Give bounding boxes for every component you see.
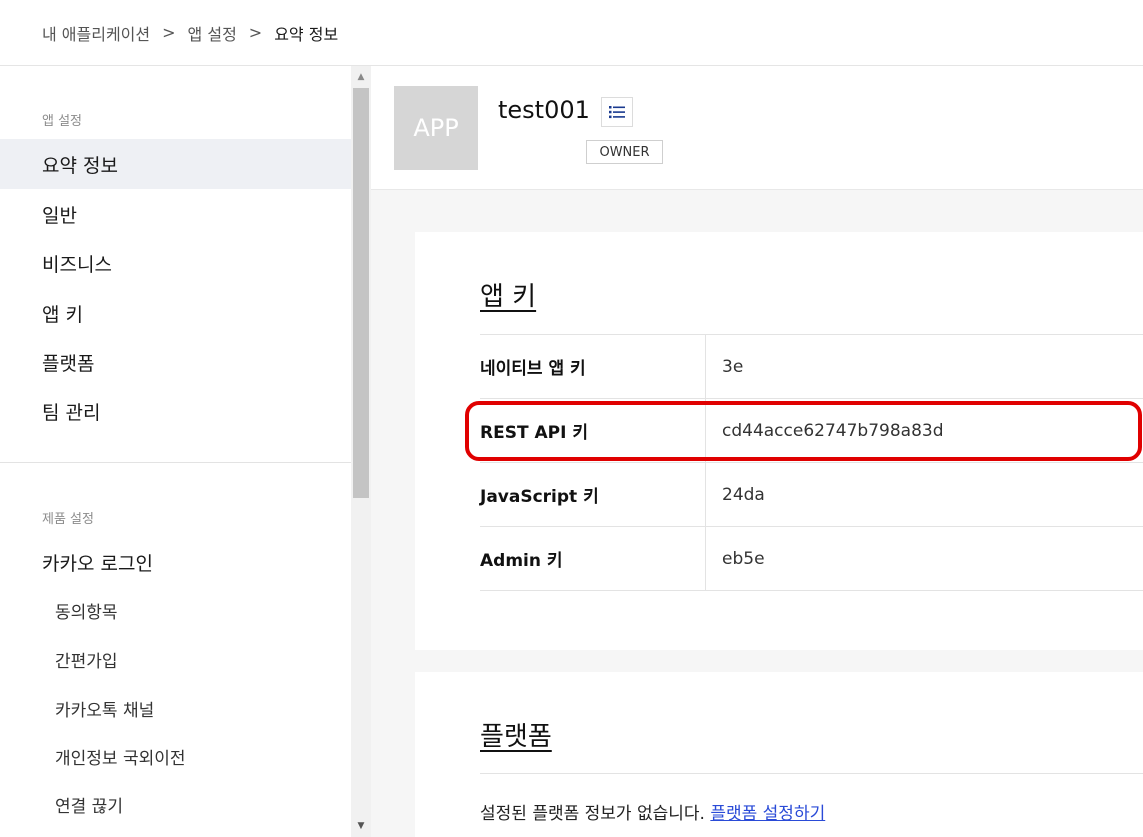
list-icon-svg (609, 106, 625, 119)
sidebar-item-business[interactable]: 비즈니스 (0, 238, 351, 288)
breadcrumb: 내 애플리케이션 > 앱 설정 > 요약 정보 (0, 0, 1143, 66)
admin-key-value[interactable]: eb5e (706, 549, 765, 569)
sidebar-item-app-keys[interactable]: 앱 키 (0, 288, 351, 338)
scroll-thumb[interactable] (353, 88, 369, 498)
sidebar-item-general[interactable]: 일반 (0, 189, 351, 239)
app-thumbnail: APP (394, 86, 478, 170)
platform-card: 플랫폼 설정된 플랫폼 정보가 없습니다. 플랫폼 설정하기 (415, 672, 1143, 837)
table-row-native-key: 네이티브 앱 키 3e (480, 335, 1143, 399)
platform-message: 설정된 플랫폼 정보가 없습니다. (480, 804, 705, 824)
sidebar: 앱 설정 요약 정보 일반 비즈니스 앱 키 플랫폼 팀 관리 제품 설정 카카… (0, 66, 351, 837)
table-row-admin-key: Admin 키 eb5e (480, 527, 1143, 591)
sidebar-divider (0, 462, 351, 463)
scroll-up-arrow-icon[interactable]: ▲ (351, 66, 371, 88)
breadcrumb-app-settings[interactable]: 앱 설정 (188, 21, 237, 45)
app-name: test001 (498, 96, 590, 124)
sidebar-subitem-kakaotalk-channel[interactable]: 카카오톡 채널 (0, 686, 351, 730)
sidebar-section-app-settings: 앱 설정 (42, 114, 83, 129)
breadcrumb-my-apps[interactable]: 내 애플리케이션 (42, 21, 150, 45)
sidebar-subitem-overseas-transfer[interactable]: 개인정보 국외이전 (0, 734, 351, 778)
platform-empty-message: 설정된 플랫폼 정보가 없습니다. 플랫폼 설정하기 (480, 799, 825, 824)
admin-key-label: Admin 키 (480, 527, 706, 590)
breadcrumb-current: 요약 정보 (274, 24, 339, 44)
sidebar-item-platform[interactable]: 플랫폼 (0, 337, 351, 387)
app-keys-title: 앱 키 (480, 282, 537, 312)
sidebar-item-kakao-login[interactable]: 카카오 로그인 (0, 537, 351, 587)
app-header: APP test001 OWNER (371, 66, 1143, 190)
sidebar-item-team[interactable]: 팀 관리 (0, 386, 351, 436)
breadcrumb-separator: > (248, 23, 263, 42)
javascript-key-label: JavaScript 키 (480, 463, 706, 526)
table-row-javascript-key: JavaScript 키 24da (480, 463, 1143, 527)
native-key-value[interactable]: 3e (706, 357, 743, 377)
app-keys-table: 네이티브 앱 키 3e REST API 키 cd44acce62747b798… (480, 334, 1143, 591)
sidebar-section-product-settings: 제품 설정 (42, 512, 94, 527)
platform-setup-link[interactable]: 플랫폼 설정하기 (710, 804, 825, 824)
list-icon[interactable] (601, 97, 633, 127)
sidebar-subitem-easy-signup[interactable]: 간편가입 (0, 637, 351, 681)
rest-api-key-highlight (465, 401, 1142, 461)
sidebar-scrollbar[interactable]: ▲ ▼ (351, 66, 371, 837)
sidebar-item-summary[interactable]: 요약 정보 (0, 139, 351, 189)
breadcrumb-separator: > (162, 23, 176, 42)
platform-title: 플랫폼 (480, 722, 552, 752)
sidebar-subitem-consent[interactable]: 동의항목 (0, 588, 351, 632)
javascript-key-value[interactable]: 24da (706, 485, 765, 505)
role-badge: OWNER (586, 140, 663, 164)
sidebar-subitem-disconnect[interactable]: 연결 끊기 (0, 782, 351, 826)
scroll-down-arrow-icon[interactable]: ▼ (351, 815, 371, 837)
platform-divider (480, 773, 1143, 774)
native-key-label: 네이티브 앱 키 (480, 335, 706, 398)
